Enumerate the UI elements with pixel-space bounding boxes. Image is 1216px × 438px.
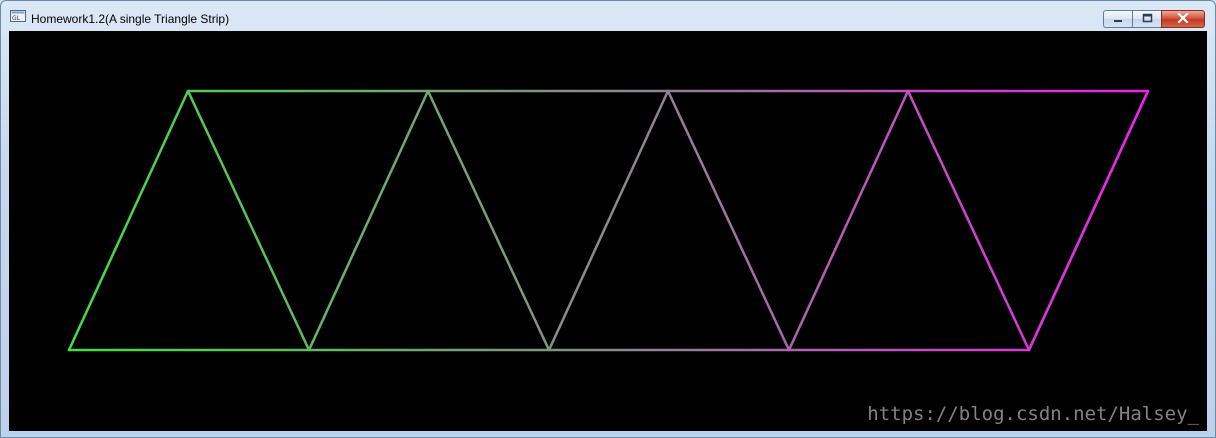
strip-diagonal (307, 89, 430, 352)
strip-diagonal (547, 89, 670, 352)
svg-text:GL: GL (12, 15, 21, 22)
strip-right-edge (1027, 89, 1150, 352)
minimize-button[interactable] (1103, 10, 1132, 28)
window-title: Homework1.2(A single Triangle Strip) (31, 12, 230, 26)
opengl-window-icon: GL (10, 10, 26, 23)
title-bar[interactable]: GL Homework1.2(A single Triangle Strip) (1, 1, 1215, 31)
strip-diagonal (186, 89, 311, 352)
strip-diagonal (906, 89, 1031, 352)
opengl-canvas[interactable]: https://blog.csdn.net/Halsey_ (9, 31, 1207, 431)
maximize-button[interactable] (1132, 10, 1161, 28)
minimize-icon (1113, 10, 1123, 28)
close-icon (1177, 10, 1189, 28)
close-button[interactable] (1161, 10, 1205, 28)
strip-diagonal (426, 89, 551, 352)
app-window: GL Homework1.2(A single Triangle Strip) (0, 0, 1216, 438)
strip-diagonal (67, 89, 190, 352)
triangle-strip (67, 89, 1150, 352)
maximize-icon (1142, 10, 1153, 28)
window-controls (1103, 10, 1205, 28)
strip-diagonal (666, 89, 791, 352)
strip-diagonal (787, 89, 910, 352)
watermark-text: https://blog.csdn.net/Halsey_ (867, 403, 1199, 425)
